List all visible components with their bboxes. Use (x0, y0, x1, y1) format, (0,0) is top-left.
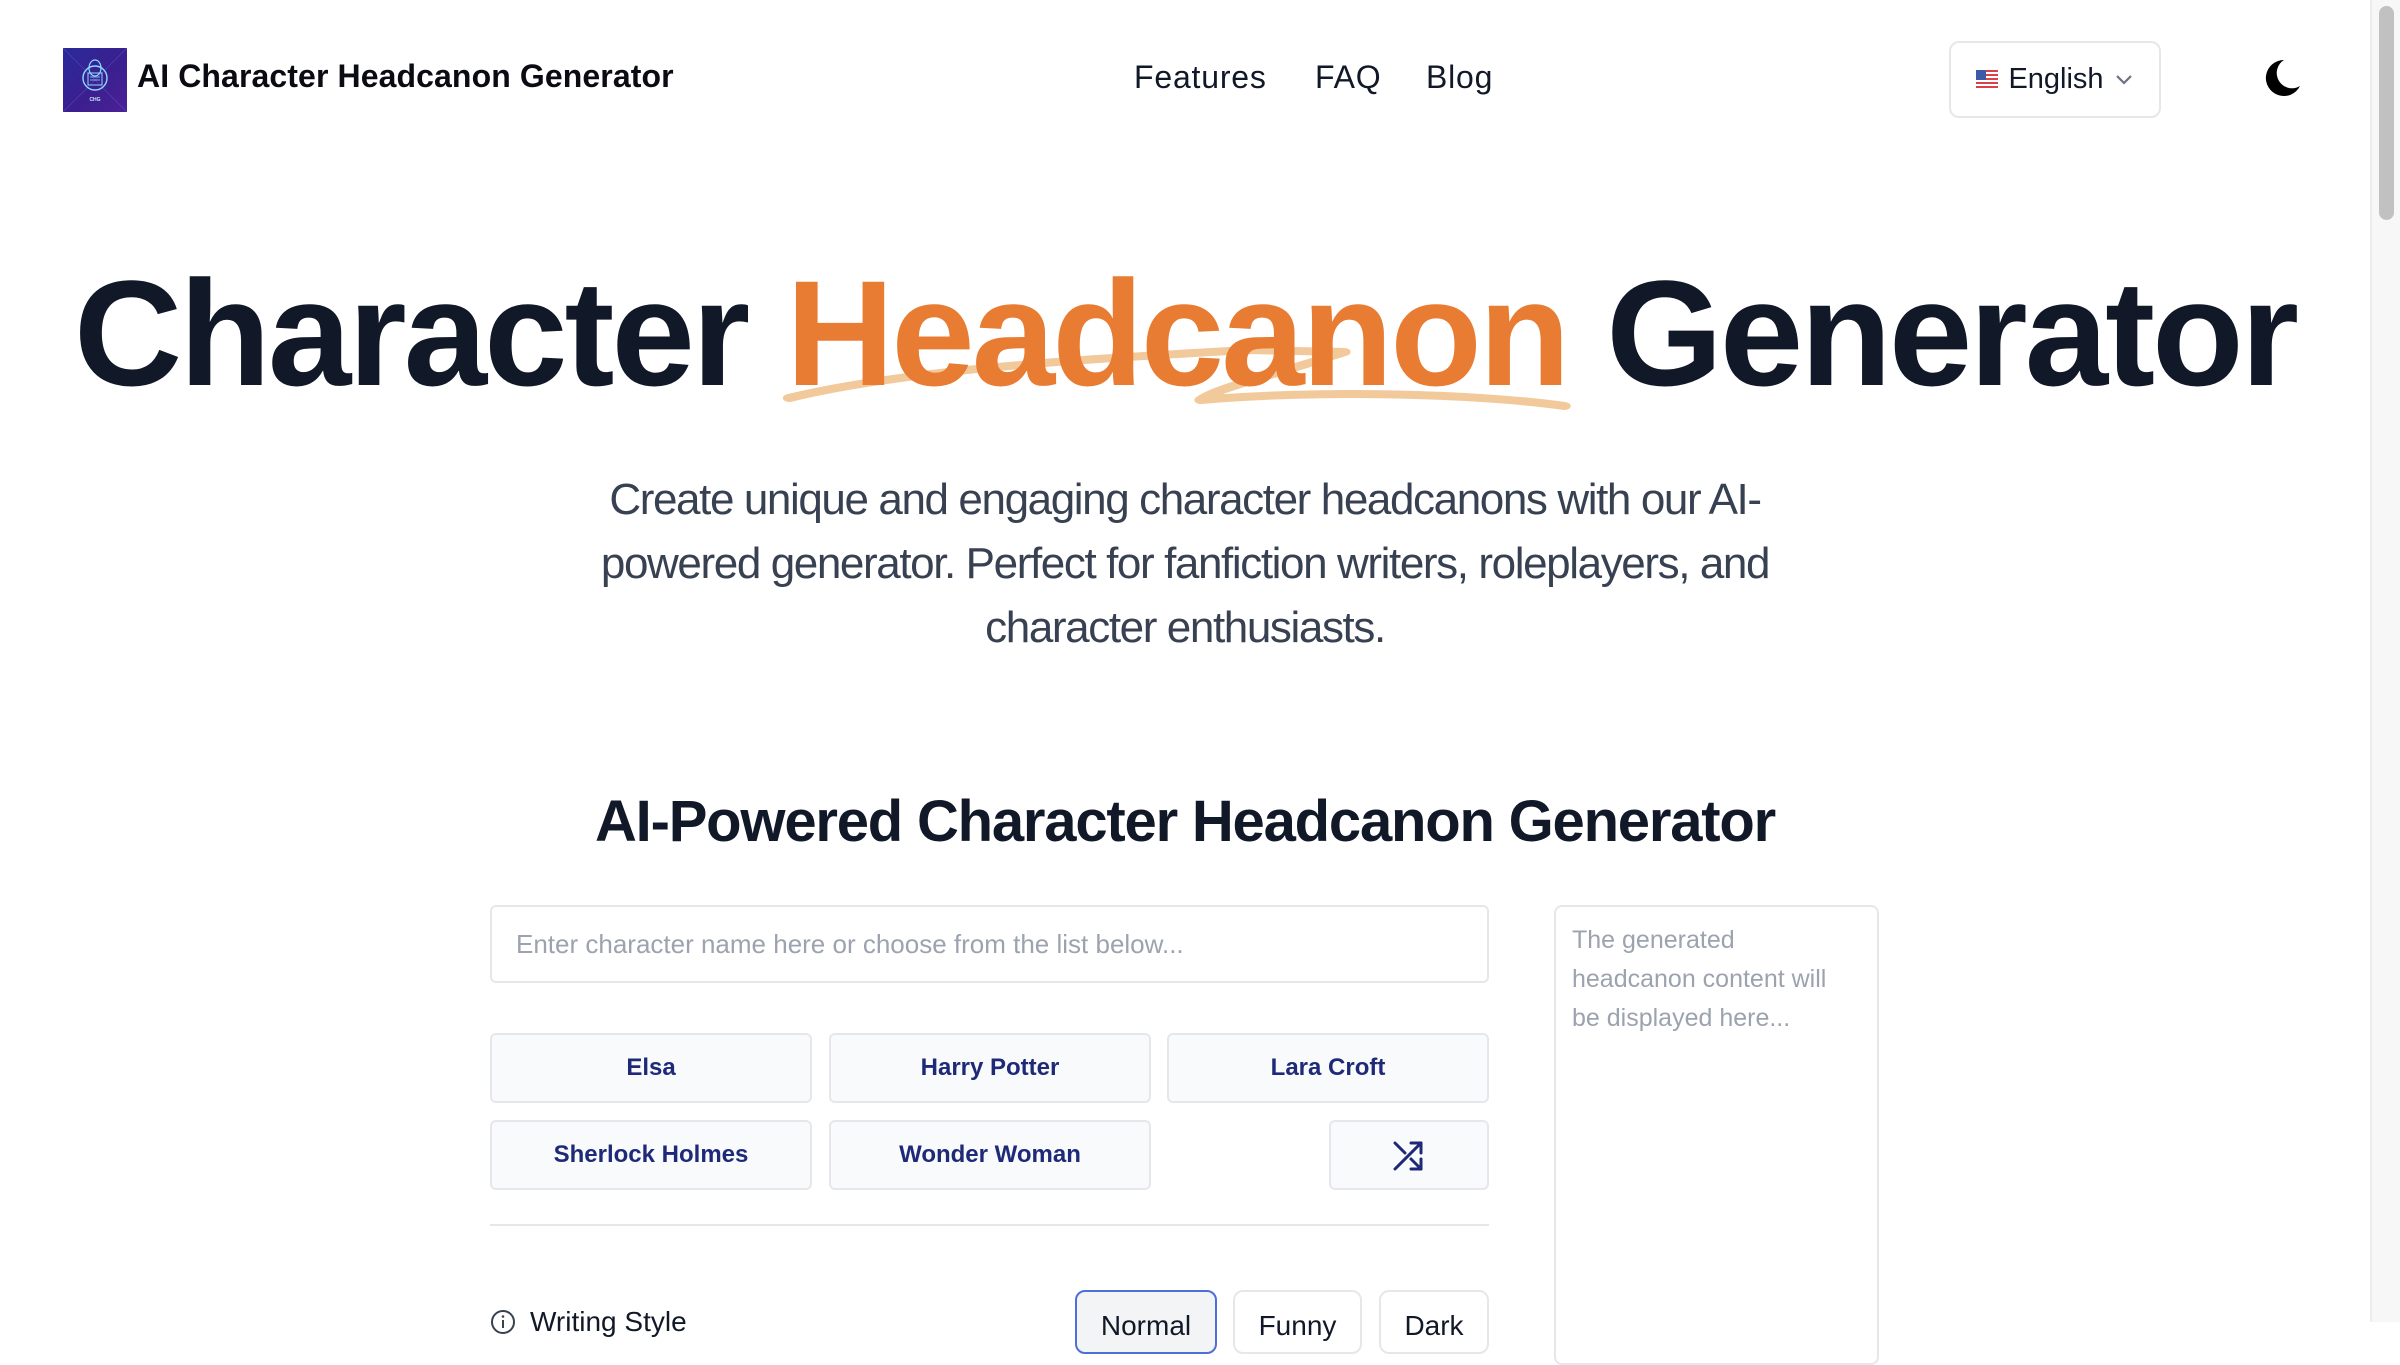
writing-style-row: Writing Style Normal Funny Dark (490, 1290, 1489, 1354)
theme-toggle-button[interactable] (2260, 56, 2304, 100)
language-label: English (2008, 63, 2104, 95)
style-option-dark[interactable]: Dark (1379, 1290, 1489, 1354)
hero-title-before: Character (73, 249, 786, 417)
shuffle-icon (1393, 1141, 1423, 1171)
character-name-input[interactable] (490, 905, 1489, 983)
character-button-harry-potter[interactable]: Harry Potter (829, 1033, 1151, 1103)
headcanon-output[interactable]: The generated headcanon content will be … (1554, 905, 1879, 1365)
hero-subtitle: Create unique and engaging character hea… (600, 475, 1771, 652)
character-button-lara-croft[interactable]: Lara Croft (1167, 1033, 1489, 1103)
hero-title-accent: Headcanon (782, 258, 1571, 410)
shuffle-characters-button[interactable] (1329, 1120, 1489, 1190)
moon-icon (2265, 59, 2300, 96)
hero-title-after: Generator (1567, 249, 2299, 417)
site-header: CHG AI Character Headcanon Generator Fea… (0, 0, 2370, 160)
us-flag-icon (1976, 69, 1999, 88)
site-title[interactable]: AI Character Headcanon Generator (137, 58, 674, 95)
nav-link-faq[interactable]: FAQ (1315, 59, 1381, 96)
svg-text:CHG: CHG (89, 97, 100, 103)
chevron-down-icon (2115, 74, 2132, 85)
ai-character-logo-icon[interactable]: CHG (63, 48, 127, 112)
hero-title: Character Headcanon Generator (0, 258, 2370, 410)
language-selector[interactable]: English (1949, 41, 2161, 118)
nav-link-features[interactable]: Features (1134, 59, 1267, 96)
writing-style-label: Writing Style (490, 1306, 687, 1338)
style-option-normal[interactable]: Normal (1075, 1290, 1217, 1354)
character-button-wonder-woman[interactable]: Wonder Woman (829, 1120, 1151, 1190)
style-option-funny[interactable]: Funny (1233, 1290, 1362, 1354)
nav-link-blog[interactable]: Blog (1426, 59, 1493, 96)
character-button-sherlock-holmes[interactable]: Sherlock Holmes (490, 1120, 812, 1190)
character-button-elsa[interactable]: Elsa (490, 1033, 812, 1103)
page-scrollbar[interactable] (2370, 0, 2400, 1322)
scrollbar-thumb[interactable] (2379, 6, 2394, 220)
info-circle-icon (491, 1310, 515, 1334)
section-divider (490, 1224, 1489, 1226)
generator-section-title: AI-Powered Character Headcanon Generator (594, 789, 1776, 854)
output-placeholder: The generated headcanon content will be … (1572, 926, 1827, 1032)
